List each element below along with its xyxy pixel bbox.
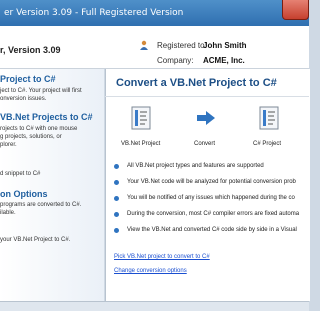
list-item: Your VB.Net code will be analyzed for po… [114,179,309,189]
flow-label-convert: Convert [194,141,216,147]
convert-arrow-icon [197,111,215,125]
list-item: View the VB.Net and converted C# code si… [114,227,309,237]
bullet-icon [114,180,119,185]
bullet-icon [114,228,119,233]
bullet-icon [114,196,119,201]
title-bar: er Version 3.09 - Full Registered Versio… [0,0,309,26]
user-icon [140,40,148,50]
version-label: r, Version 3.09 [0,45,61,55]
page-title: Convert a VB.Net Project to C# [116,77,277,89]
company-value: ACME, Inc. [203,56,245,65]
company-label: Company: [157,56,194,65]
pick-project-link[interactable]: Pick VB.Net project to convert to C# [114,254,210,260]
sidebar-text: plorer. [0,142,17,148]
sidebar-text: ilable. [0,210,16,216]
list-item: During the conversion, most C# compiler … [114,211,309,221]
close-button[interactable] [282,0,309,20]
flow-label-cs: C# Project [253,141,282,147]
vb-project-icon [131,106,151,130]
cs-project-icon [259,106,279,130]
registered-label: Registered to: [157,41,207,50]
bullet-icon [114,212,119,217]
list-item: You will be notified of any issues which… [114,195,309,205]
sidebar-heading-convert-project[interactable]: Project to C# [0,74,56,84]
window-title: er Version 3.09 - Full Registered Versio… [4,8,184,18]
sidebar-heading-options[interactable]: on Options [0,189,48,199]
sidebar-text: your VB.Net Project to C#. [0,237,71,243]
sidebar-text: onversion issues. [0,96,47,102]
conversion-options-link[interactable]: Change conversion options [114,268,187,274]
bullet-icon [114,164,119,169]
divider [105,96,309,97]
sidebar-heading-convert-multiple[interactable]: VB.Net Projects to C# [0,112,93,122]
sidebar-snippet-link[interactable]: d snippet to C# [0,170,40,179]
registered-value: John Smith [203,41,247,50]
list-item: All VB.Net project types and features ar… [114,163,309,173]
flow-label-vb: VB.Net Project [121,141,161,147]
